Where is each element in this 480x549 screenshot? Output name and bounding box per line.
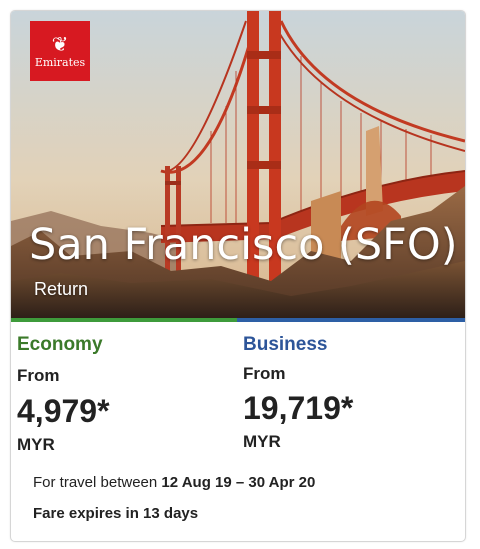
- emirates-logo-text: Emirates: [34, 56, 86, 69]
- travel-period-dates: 12 Aug 19 – 30 Apr 20: [161, 474, 316, 491]
- travel-period: For travel between 12 Aug 19 – 30 Apr 20: [33, 474, 315, 491]
- emirates-calligraphy-icon: ❦: [51, 32, 69, 56]
- economy-price: 4,979*: [17, 393, 110, 429]
- economy-fare[interactable]: Economy From 4,979* MYR: [17, 333, 110, 455]
- economy-color-bar: [11, 318, 237, 322]
- economy-from-label: From: [17, 366, 60, 385]
- business-from-label: From: [243, 364, 286, 383]
- economy-cabin-label: Economy: [17, 334, 103, 355]
- business-currency: MYR: [243, 432, 281, 451]
- business-fare[interactable]: Business From 19,719* MYR: [243, 333, 353, 452]
- emirates-logo: ❦ Emirates: [30, 21, 90, 81]
- business-price: 19,719*: [243, 390, 354, 426]
- destination-title: San Francisco (SFO): [29, 220, 458, 270]
- fare-card[interactable]: ❦ Emirates San Francisco (SFO) Return Ec…: [10, 10, 466, 542]
- destination-image: ❦ Emirates San Francisco (SFO) Return: [11, 11, 465, 318]
- business-cabin-label: Business: [243, 334, 328, 355]
- business-color-bar: [237, 318, 465, 322]
- cabin-color-divider: [11, 318, 465, 322]
- travel-period-prefix: For travel between: [33, 474, 162, 491]
- fare-expiry: Fare expires in 13 days: [33, 505, 199, 522]
- economy-currency: MYR: [17, 435, 55, 454]
- trip-type-label: Return: [34, 279, 89, 299]
